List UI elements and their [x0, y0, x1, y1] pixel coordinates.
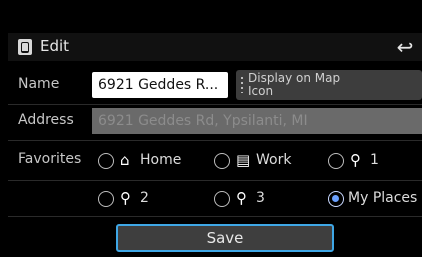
favorite-option-label: 3: [256, 190, 265, 206]
pin-icon: ⚲: [120, 189, 131, 207]
radio-button[interactable]: [98, 153, 114, 169]
name-field[interactable]: 6921 Geddes R...: [92, 72, 228, 98]
edit-icon: [18, 39, 32, 55]
favorite-option-label: My Places: [348, 190, 418, 206]
favorites-label: Favorites: [18, 151, 82, 167]
radio-button[interactable]: [214, 153, 230, 169]
address-label: Address: [18, 112, 74, 128]
save-button[interactable]: Save: [116, 224, 334, 252]
radio-button-selected[interactable]: [328, 191, 344, 207]
pin-icon: ⚲: [350, 151, 361, 169]
display-on-map-sublabel: Icon: [248, 84, 274, 98]
divider: [8, 140, 422, 141]
status-bar: [0, 0, 422, 33]
radio-button[interactable]: [98, 191, 114, 207]
divider: [8, 180, 422, 181]
screen-header: Edit ↩: [8, 33, 422, 61]
back-icon[interactable]: ↩: [394, 36, 416, 58]
building-icon: ▤: [236, 151, 251, 169]
favorite-option-3[interactable]: ⚲ 3: [214, 189, 314, 211]
page-title: Edit: [40, 37, 70, 55]
radio-button[interactable]: [328, 153, 344, 169]
favorite-option-home[interactable]: ⌂ Home: [98, 151, 198, 173]
home-icon: ⌂: [120, 151, 130, 169]
favorite-option-1[interactable]: ⚲ 1: [328, 151, 408, 173]
address-field: 6921 Geddes Rd, Ypsilanti, MI: [92, 108, 422, 134]
favorite-option-label: 1: [370, 152, 379, 168]
favorite-option-label: Home: [140, 152, 182, 168]
divider: [8, 104, 422, 105]
display-on-map-icon-button[interactable]: Display on Map Icon: [236, 70, 422, 100]
favorite-option-label: Work: [256, 152, 292, 168]
favorite-option-2[interactable]: ⚲ 2: [98, 189, 198, 211]
favorite-option-my-places[interactable]: My Places: [328, 189, 422, 211]
favorite-option-label: 2: [140, 190, 149, 206]
radio-button[interactable]: [214, 191, 230, 207]
divider: [8, 216, 422, 217]
favorite-option-work[interactable]: ▤ Work: [214, 151, 314, 173]
name-label: Name: [18, 76, 60, 92]
pin-icon: ⚲: [236, 189, 247, 207]
display-on-map-label: Display on Map: [248, 71, 341, 85]
handle-icon: [241, 77, 243, 93]
